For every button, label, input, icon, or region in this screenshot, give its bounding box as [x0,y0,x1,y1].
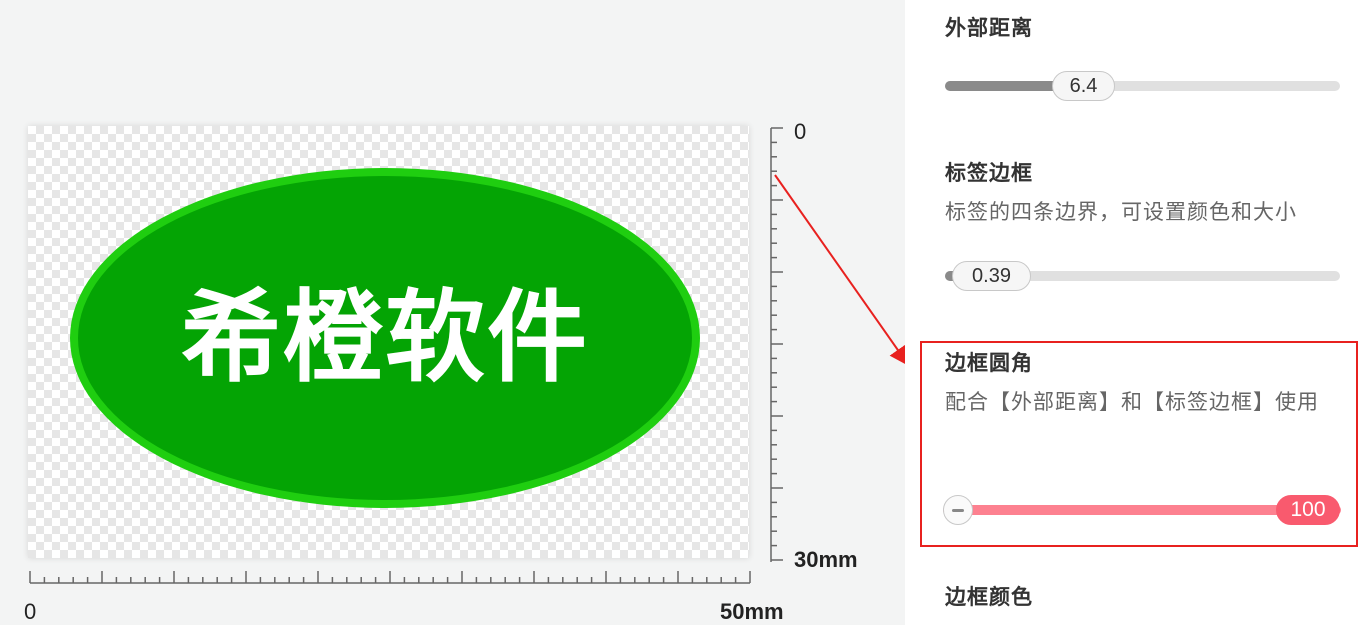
label-border-title: 标签边框 [945,161,1033,185]
outer-margin-section: 外部距离 [945,18,1345,39]
vertical-ruler [770,127,783,562]
canvas-area: 希橙软件 0 30mm 0 50mm [0,0,905,625]
outer-margin-title: 外部距离 [945,16,1033,40]
horizontal-ruler [29,571,751,584]
horizontal-ruler-end: 50mm [720,599,784,624]
label-ellipse[interactable]: 希橙软件 [70,168,700,508]
vertical-ruler-start: 0 [794,119,807,144]
label-border-slider[interactable]: 0.39 [945,261,1340,291]
label-text: 希橙软件 [181,279,589,396]
label-border-description: 标签的四条边界，可设置颜色和大小 [945,200,1297,224]
highlight-box [920,341,1358,547]
label-border-thumb[interactable]: 0.39 [952,261,1031,291]
label-preview[interactable]: 希橙软件 [28,126,749,558]
outer-margin-thumb[interactable]: 6.4 [1052,71,1115,101]
vertical-ruler-end: 30mm [794,547,858,572]
outer-margin-slider[interactable]: 6.4 [945,71,1340,101]
outer-margin-fill [945,81,1065,91]
horizontal-ruler-start: 0 [24,599,37,624]
border-color-section: 边框颜色 [945,587,1345,608]
label-border-section: 标签边框 标签的四条边界，可设置颜色和大小 [945,163,1345,234]
border-color-title: 边框颜色 [945,585,1033,609]
